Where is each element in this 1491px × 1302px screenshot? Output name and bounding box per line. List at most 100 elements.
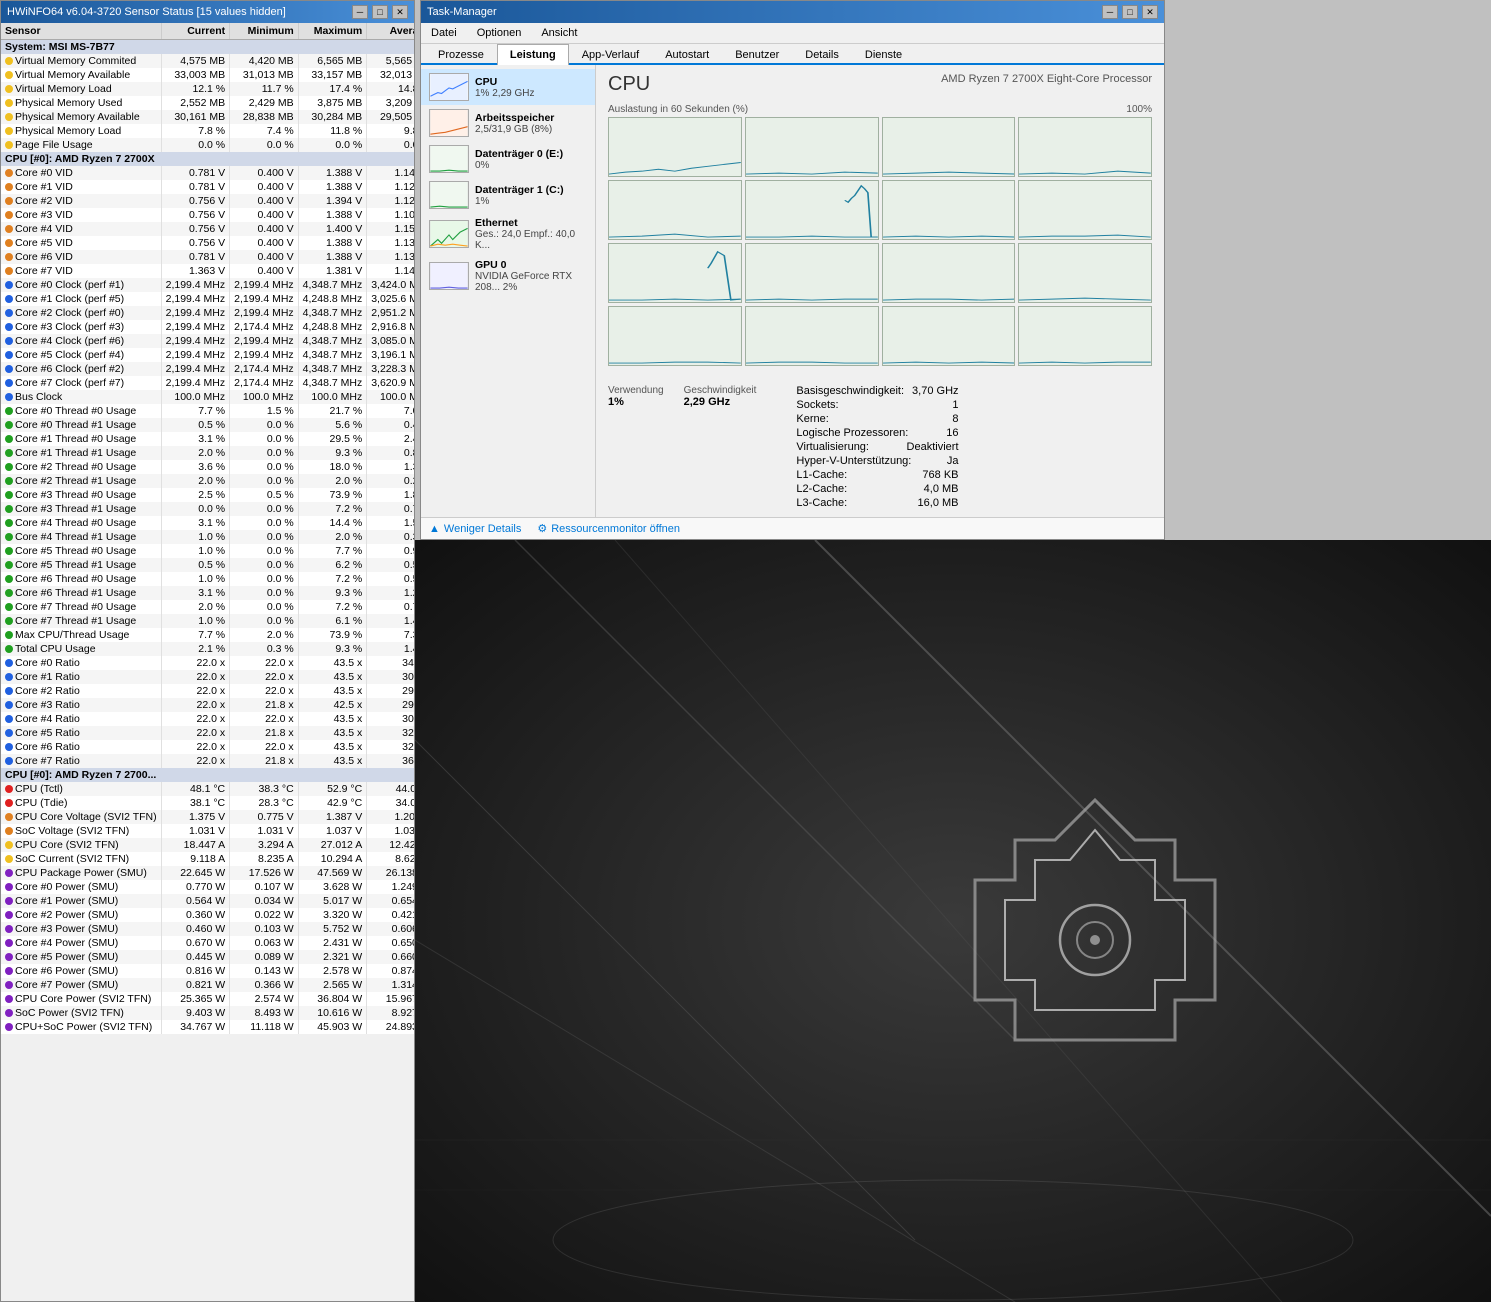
cpu-details-right: Basisgeschwindigkeit: 3,70 GHz Sockets: …	[796, 385, 958, 511]
table-row[interactable]: Core #7 Clock (perf #7)2,199.4 MHz2,174.…	[1, 376, 414, 390]
table-row[interactable]: Core #7 Ratio22.0 x21.8 x43.5 x36.2 x	[1, 754, 414, 768]
table-row[interactable]: Core #6 Clock (perf #2)2,199.4 MHz2,174.…	[1, 362, 414, 376]
table-row[interactable]: Core #3 Thread #0 Usage2.5 %0.5 %73.9 %1…	[1, 488, 414, 502]
table-row[interactable]: Virtual Memory Load12.1 %11.7 %17.4 %14.…	[1, 82, 414, 96]
table-row[interactable]: Core #7 Power (SMU)0.821 W0.366 W2.565 W…	[1, 978, 414, 992]
device-gpu0[interactable]: GPU 0 NVIDIA GeForce RTX 208... 2%	[421, 255, 595, 297]
table-row[interactable]: Core #2 VID0.756 V0.400 V1.394 V1.126 V	[1, 194, 414, 208]
hwinfo-close-button[interactable]: ✕	[392, 5, 408, 19]
device-disk0[interactable]: Datenträger 0 (E:) 0%	[421, 141, 595, 177]
table-row[interactable]: Core #1 Thread #0 Usage3.1 %0.0 %29.5 %2…	[1, 432, 414, 446]
table-row[interactable]: SoC Current (SVI2 TFN)9.118 A8.235 A10.2…	[1, 852, 414, 866]
taskmanager-device-list[interactable]: CPU 1% 2,29 GHz Arbeitsspeicher 2,5/31,9…	[421, 65, 596, 517]
table-row[interactable]: Core #6 Ratio22.0 x22.0 x43.5 x32.3 x	[1, 740, 414, 754]
table-row[interactable]: Core #0 Clock (perf #1)2,199.4 MHz2,199.…	[1, 278, 414, 292]
table-row[interactable]: Core #2 Power (SMU)0.360 W0.022 W3.320 W…	[1, 908, 414, 922]
table-row[interactable]: CPU+SoC Power (SVI2 TFN)34.767 W11.118 W…	[1, 1020, 414, 1034]
hwinfo-table-wrapper[interactable]: Sensor Current Minimum Maximum Average S…	[1, 23, 414, 1301]
table-row[interactable]: Core #2 Clock (perf #0)2,199.4 MHz2,199.…	[1, 306, 414, 320]
menu-optionen[interactable]: Optionen	[471, 25, 528, 41]
table-row[interactable]: Core #4 Clock (perf #6)2,199.4 MHz2,199.…	[1, 334, 414, 348]
table-row[interactable]: Core #0 Thread #1 Usage0.5 %0.0 %5.6 %0.…	[1, 418, 414, 432]
table-row[interactable]: Core #3 Power (SMU)0.460 W0.103 W5.752 W…	[1, 922, 414, 936]
table-row[interactable]: Core #7 Thread #1 Usage1.0 %0.0 %6.1 %1.…	[1, 614, 414, 628]
table-row[interactable]: Core #1 Power (SMU)0.564 W0.034 W5.017 W…	[1, 894, 414, 908]
table-row[interactable]: Core #1 Clock (perf #5)2,199.4 MHz2,199.…	[1, 292, 414, 306]
tab-details[interactable]: Details	[792, 44, 852, 65]
table-row[interactable]: Physical Memory Load7.8 %7.4 %11.8 %9.8 …	[1, 124, 414, 138]
tab-dienste[interactable]: Dienste	[852, 44, 915, 65]
device-ethernet[interactable]: Ethernet Ges.: 24,0 Empf.: 40,0 K...	[421, 213, 595, 255]
table-row[interactable]: CPU (Tctl)48.1 °C38.3 °C52.9 °C44.0 °C	[1, 782, 414, 796]
table-row[interactable]: Core #5 Power (SMU)0.445 W0.089 W2.321 W…	[1, 950, 414, 964]
tab-app-verlauf[interactable]: App-Verlauf	[569, 44, 652, 65]
taskmanager-minimize-button[interactable]: ─	[1102, 5, 1118, 19]
table-row[interactable]: SoC Power (SVI2 TFN)9.403 W8.493 W10.616…	[1, 1006, 414, 1020]
menu-ansicht[interactable]: Ansicht	[535, 25, 583, 41]
table-row[interactable]: Core #3 Thread #1 Usage0.0 %0.0 %7.2 %0.…	[1, 502, 414, 516]
table-row[interactable]: Core #0 Thread #0 Usage7.7 %1.5 %21.7 %7…	[1, 404, 414, 418]
tab-prozesse[interactable]: Prozesse	[425, 44, 497, 65]
table-row[interactable]: Core #5 Thread #0 Usage1.0 %0.0 %7.7 %0.…	[1, 544, 414, 558]
sensor-current: 12.1 %	[161, 82, 230, 96]
table-row[interactable]: Physical Memory Available30,161 MB28,838…	[1, 110, 414, 124]
weniger-details-link[interactable]: ▲ Weniger Details	[429, 522, 521, 535]
table-row[interactable]: Core #5 Clock (perf #4)2,199.4 MHz2,199.…	[1, 348, 414, 362]
table-row[interactable]: Core #4 Thread #0 Usage3.1 %0.0 %14.4 %1…	[1, 516, 414, 530]
table-row[interactable]: Core #3 Ratio22.0 x21.8 x42.5 x29.2 x	[1, 698, 414, 712]
table-row[interactable]: Core #4 Thread #1 Usage1.0 %0.0 %2.0 %0.…	[1, 530, 414, 544]
table-row[interactable]: Core #1 Ratio22.0 x22.0 x43.5 x30.3 x	[1, 670, 414, 684]
table-row[interactable]: Core #4 Ratio22.0 x22.0 x43.5 x30.9 x	[1, 712, 414, 726]
table-row[interactable]: Core #5 Thread #1 Usage0.5 %0.0 %6.2 %0.…	[1, 558, 414, 572]
sensor-avg: 26.138 W	[367, 866, 414, 880]
table-row[interactable]: Core #2 Thread #1 Usage2.0 %0.0 %2.0 %0.…	[1, 474, 414, 488]
tab-leistung[interactable]: Leistung	[497, 44, 569, 65]
table-row[interactable]: CPU Core Power (SVI2 TFN)25.365 W2.574 W…	[1, 992, 414, 1006]
taskmanager-close-button[interactable]: ✕	[1142, 5, 1158, 19]
table-row[interactable]: Core #0 Ratio22.0 x22.0 x43.5 x34.2 x	[1, 656, 414, 670]
hwinfo-restore-button[interactable]: □	[372, 5, 388, 19]
ressourcenmonitor-link[interactable]: ⚙ Ressourcenmonitor öffnen	[537, 522, 680, 535]
table-row[interactable]: Physical Memory Used2,552 MB2,429 MB3,87…	[1, 96, 414, 110]
table-row[interactable]: Core #5 Ratio22.0 x21.8 x43.5 x32.0 x	[1, 726, 414, 740]
table-row[interactable]: Core #3 Clock (perf #3)2,199.4 MHz2,174.…	[1, 320, 414, 334]
taskmanager-restore-button[interactable]: □	[1122, 5, 1138, 19]
table-row[interactable]: Virtual Memory Commited4,575 MB4,420 MB6…	[1, 54, 414, 68]
menu-datei[interactable]: Datei	[425, 25, 463, 41]
table-row[interactable]: Core #2 Thread #0 Usage3.6 %0.0 %18.0 %1…	[1, 460, 414, 474]
table-row[interactable]: Bus Clock100.0 MHz100.0 MHz100.0 MHz100.…	[1, 390, 414, 404]
table-row[interactable]: Core #7 Thread #0 Usage2.0 %0.0 %7.2 %0.…	[1, 600, 414, 614]
table-row[interactable]: Core #1 Thread #1 Usage2.0 %0.0 %9.3 %0.…	[1, 446, 414, 460]
table-row[interactable]: CPU Core Voltage (SVI2 TFN)1.375 V0.775 …	[1, 810, 414, 824]
table-row[interactable]: Core #0 VID0.781 V0.400 V1.388 V1.141 V	[1, 166, 414, 180]
table-row[interactable]: Core #2 Ratio22.0 x22.0 x43.5 x29.5 x	[1, 684, 414, 698]
table-row[interactable]: Core #6 VID0.781 V0.400 V1.388 V1.133 V	[1, 250, 414, 264]
sensor-current: 9.403 W	[161, 1006, 230, 1020]
table-row[interactable]: Core #1 VID0.781 V0.400 V1.388 V1.122 V	[1, 180, 414, 194]
table-row[interactable]: Total CPU Usage2.1 %0.3 %9.3 %1.4 %	[1, 642, 414, 656]
device-ethernet-info: Ethernet Ges.: 24,0 Empf.: 40,0 K...	[475, 217, 587, 251]
table-row[interactable]: Core #7 VID1.363 V0.400 V1.381 V1.147 V	[1, 264, 414, 278]
table-row[interactable]: Core #5 VID0.756 V0.400 V1.388 V1.138 V	[1, 236, 414, 250]
table-row[interactable]: Page File Usage0.0 %0.0 %0.0 %0.0 %	[1, 138, 414, 152]
tab-autostart[interactable]: Autostart	[652, 44, 722, 65]
table-row[interactable]: Core #6 Power (SMU)0.816 W0.143 W2.578 W…	[1, 964, 414, 978]
table-row[interactable]: Core #4 VID0.756 V0.400 V1.400 V1.159 V	[1, 222, 414, 236]
table-row[interactable]: SoC Voltage (SVI2 TFN)1.031 V1.031 V1.03…	[1, 824, 414, 838]
device-memory[interactable]: Arbeitsspeicher 2,5/31,9 GB (8%)	[421, 105, 595, 141]
device-disk1[interactable]: Datenträger 1 (C:) 1%	[421, 177, 595, 213]
device-cpu[interactable]: CPU 1% 2,29 GHz	[421, 69, 595, 105]
table-row[interactable]: Core #4 Power (SMU)0.670 W0.063 W2.431 W…	[1, 936, 414, 950]
tab-benutzer[interactable]: Benutzer	[722, 44, 792, 65]
table-row[interactable]: CPU Package Power (SMU)22.645 W17.526 W4…	[1, 866, 414, 880]
hwinfo-minimize-button[interactable]: ─	[352, 5, 368, 19]
table-row[interactable]: CPU Core (SVI2 TFN)18.447 A3.294 A27.012…	[1, 838, 414, 852]
sensor-max: 3.320 W	[298, 908, 367, 922]
table-row[interactable]: Core #6 Thread #1 Usage3.1 %0.0 %9.3 %1.…	[1, 586, 414, 600]
table-row[interactable]: Core #6 Thread #0 Usage1.0 %0.0 %7.2 %0.…	[1, 572, 414, 586]
table-row[interactable]: Max CPU/Thread Usage7.7 %2.0 %73.9 %7.3 …	[1, 628, 414, 642]
table-row[interactable]: Virtual Memory Available33,003 MB31,013 …	[1, 68, 414, 82]
table-row[interactable]: CPU (Tdie)38.1 °C28.3 °C42.9 °C34.0 °C	[1, 796, 414, 810]
table-row[interactable]: Core #3 VID0.756 V0.400 V1.388 V1.104 V	[1, 208, 414, 222]
table-row[interactable]: Core #0 Power (SMU)0.770 W0.107 W3.628 W…	[1, 880, 414, 894]
